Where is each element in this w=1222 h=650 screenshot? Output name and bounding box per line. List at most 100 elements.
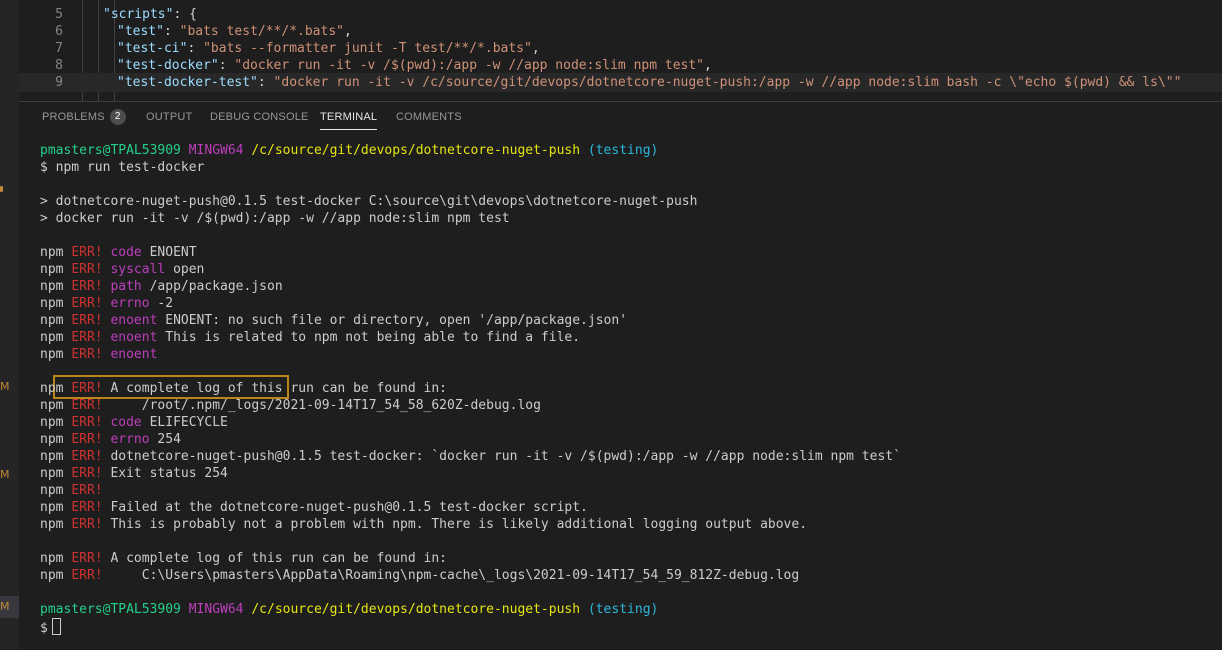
json-value: "bats --formatter junit -T test/**/*.bat… (203, 41, 532, 56)
err-tag: ERR! (71, 245, 103, 260)
modified-marker: M (0, 380, 10, 393)
err-message: ENOENT (141, 245, 197, 260)
json-key: "test-docker-test" (117, 75, 258, 90)
err-tag: ERR! (71, 483, 103, 498)
err-tag: ERR! (71, 347, 103, 362)
npm-error-line: npm ERR! code ENOENT (40, 244, 197, 261)
err-message: ELIFECYCLE (141, 415, 228, 430)
err-keyword: enoent (110, 330, 158, 345)
input-prompt: $ (40, 618, 61, 636)
code-editor[interactable]: 5 "scripts": {6 "test": "bats test/**/*.ba… (19, 0, 1222, 101)
err-message: /root/.npm/_logs/2021-09-14T17_54_58_620… (102, 398, 541, 413)
err-message: This is related to npm not being able to… (157, 330, 581, 345)
err-tag: ERR! (71, 398, 103, 413)
json-comma: , (704, 58, 712, 73)
err-message: open (165, 262, 205, 277)
npm-prefix: npm (40, 313, 64, 328)
terminal-cursor[interactable] (51, 618, 61, 635)
npm-error-line: npm ERR! errno -2 (40, 295, 173, 312)
npm-error-line: npm ERR! Failed at the dotnetcore-nuget-… (40, 499, 588, 516)
npm-prefix: npm (40, 449, 64, 464)
err-tag: ERR! (71, 381, 103, 396)
npm-error-line: npm ERR! path /app/package.json (40, 278, 283, 295)
npm-error-line: npm ERR! errno 254 (40, 431, 181, 448)
err-tag: ERR! (71, 466, 103, 481)
tab-label: OUTPUT (146, 111, 193, 123)
command-line: $ npm run test-docker (40, 160, 205, 175)
err-keyword: syscall (110, 262, 166, 277)
json-sep: : (163, 24, 180, 39)
json-key: "test-docker" (117, 58, 219, 73)
npm-error-line: npm ERR! syscall open (40, 261, 204, 278)
npm-error-line: npm ERR! enoent ENOENT: no such file or … (40, 312, 627, 329)
tab-label: PROBLEMS (42, 111, 105, 123)
tab-label: COMMENTS (396, 111, 462, 123)
npm-prefix: npm (40, 415, 64, 430)
npm-error-line: npm ERR! Exit status 254 (40, 465, 228, 482)
prompt-path: /c/source/git/devops/dotnetcore-nuget-pu… (251, 602, 581, 617)
prompt-branch: (testing) (587, 602, 659, 617)
modified-marker: M (0, 468, 10, 481)
tab-output[interactable]: OUTPUT (146, 102, 192, 134)
change-dot-icon (0, 186, 3, 192)
npm-prefix: npm (40, 296, 64, 311)
err-keyword: errno (110, 432, 150, 447)
npm-prefix: npm (40, 568, 64, 583)
npm-prefix: npm (40, 466, 64, 481)
npm-prefix: npm (40, 432, 64, 447)
err-tag: ERR! (71, 500, 103, 515)
prompt-user: pmasters@TPAL53909 (40, 602, 181, 617)
npm-error-line: npm ERR! C:\Users\pmasters\AppData\Roami… (40, 567, 799, 584)
json-sep: : (187, 41, 204, 56)
err-tag: ERR! (71, 568, 103, 583)
terminal-output[interactable]: pmasters@TPAL53909 MINGW64 /c/source/git… (40, 142, 1220, 642)
tab-debug-console[interactable]: DEBUG CONSOLE (210, 102, 309, 134)
err-tag: ERR! (71, 313, 103, 328)
npm-prefix: npm (40, 517, 64, 532)
npm-prefix: npm (40, 483, 64, 498)
json-key: "test-ci" (117, 41, 188, 56)
err-message: dotnetcore-nuget-push@0.1.5 test-docker:… (102, 449, 901, 464)
err-message: /app/package.json (141, 279, 283, 294)
npm-prefix: npm (40, 330, 64, 345)
json-key: "scripts" (103, 7, 174, 22)
npm-error-line: npm ERR! dotnetcore-nuget-push@0.1.5 tes… (40, 448, 901, 465)
err-message: C:\Users\pmasters\AppData\Roaming\npm-ca… (102, 568, 800, 583)
tab-comments[interactable]: COMMENTS (396, 102, 462, 134)
code-line: 9 "test-docker-test": "docker run -it -v … (19, 73, 1222, 92)
npm-error-line: npm ERR! /root/.npm/_logs/2021-09-14T17_… (40, 397, 541, 414)
err-tag: ERR! (71, 517, 103, 532)
npm-error-line: npm ERR! This is probably not a problem … (40, 516, 807, 533)
err-message: This is probably not a problem with npm.… (102, 517, 808, 532)
json-value: { (189, 7, 197, 22)
tab-terminal[interactable]: TERMINAL (320, 102, 378, 134)
err-message: Exit status 254 (102, 466, 228, 481)
err-message: A complete log of this run can be found … (102, 381, 447, 396)
err-keyword: path (110, 279, 142, 294)
json-comma: , (531, 41, 540, 56)
npm-error-line: npm ERR! (40, 482, 103, 499)
prompt-branch: (testing) (587, 143, 659, 158)
npm-prefix: npm (40, 279, 64, 294)
err-tag: ERR! (71, 449, 103, 464)
terminal-prompt: pmasters@TPAL53909 MINGW64 /c/source/git… (40, 601, 658, 618)
err-tag: ERR! (71, 279, 103, 294)
json-comma: , (344, 24, 352, 39)
npm-error-line: npm ERR! enoent (40, 346, 157, 363)
json-sep: : (173, 7, 190, 22)
err-keyword: enoent (110, 313, 158, 328)
modified-marker: M (0, 600, 10, 613)
err-keyword: code (110, 415, 142, 430)
err-tag: ERR! (71, 551, 103, 566)
err-message: 254 (149, 432, 181, 447)
tab-label: DEBUG CONSOLE (210, 111, 309, 123)
prompt-symbol: $ (40, 621, 48, 636)
tab-problems[interactable]: PROBLEMS 2 (42, 102, 126, 134)
npm-prefix: npm (40, 551, 64, 566)
npm-prefix: npm (40, 347, 64, 362)
npm-error-line: npm ERR! code ELIFECYCLE (40, 414, 228, 431)
prompt-host: MINGW64 (188, 143, 244, 158)
panel-tabs: PROBLEMS 2 OUTPUT DEBUG CONSOLE TERMINAL COMM… (19, 102, 1222, 134)
json-value: "bats test/**/*.bats" (179, 24, 344, 39)
bottom-panel: PROBLEMS 2 OUTPUT DEBUG CONSOLE TERMINAL COMM… (19, 101, 1222, 650)
